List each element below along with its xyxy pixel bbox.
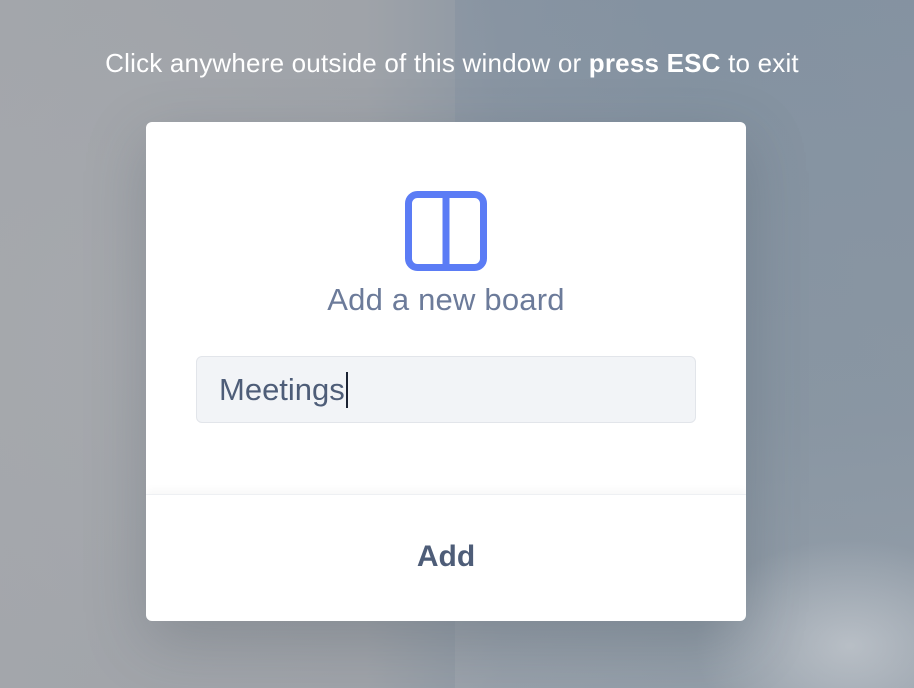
- exit-hint: Click anywhere outside of this window or…: [0, 48, 914, 79]
- board-columns-icon: [405, 191, 487, 271]
- exit-hint-suffix: to exit: [720, 48, 799, 78]
- exit-hint-bold: press ESC: [588, 48, 721, 78]
- modal-title: Add a new board: [327, 282, 565, 317]
- text-caret: [345, 371, 348, 408]
- board-name-value: Meetings: [219, 371, 345, 407]
- modal-footer: Add: [146, 494, 746, 621]
- board-name-input[interactable]: Meetings: [196, 356, 696, 423]
- add-button[interactable]: Add: [146, 495, 746, 621]
- add-board-modal: Add a new board Meetings Add: [146, 122, 746, 621]
- exit-hint-prefix: Click anywhere outside of this window or: [105, 48, 589, 78]
